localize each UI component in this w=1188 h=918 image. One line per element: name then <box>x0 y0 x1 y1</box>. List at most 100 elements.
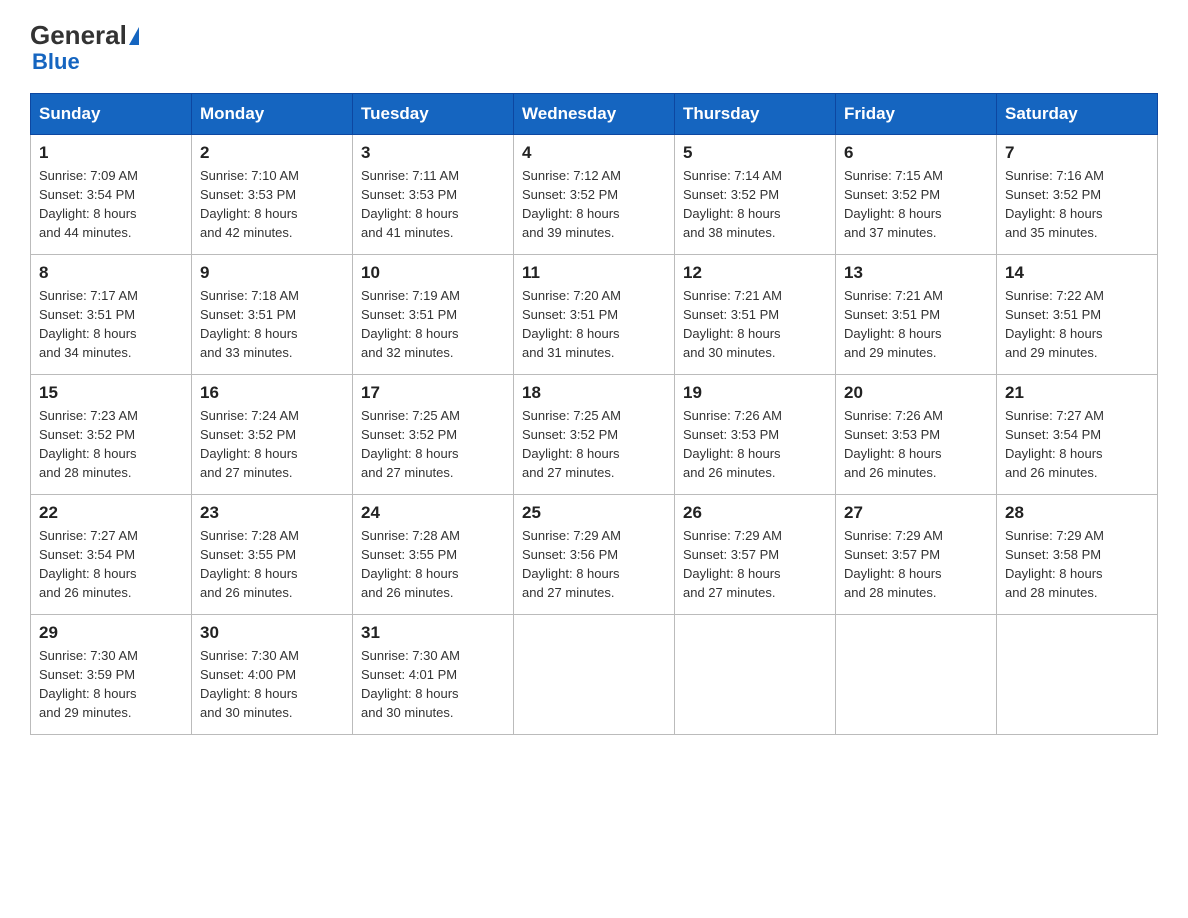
calendar-cell: 10 Sunrise: 7:19 AMSunset: 3:51 PMDaylig… <box>353 255 514 375</box>
col-header-sunday: Sunday <box>31 94 192 135</box>
week-row-4: 22 Sunrise: 7:27 AMSunset: 3:54 PMDaylig… <box>31 495 1158 615</box>
day-info: Sunrise: 7:30 AMSunset: 4:01 PMDaylight:… <box>361 648 460 720</box>
day-number: 6 <box>844 143 988 163</box>
calendar-cell: 1 Sunrise: 7:09 AMSunset: 3:54 PMDayligh… <box>31 135 192 255</box>
day-info: Sunrise: 7:30 AMSunset: 3:59 PMDaylight:… <box>39 648 138 720</box>
calendar-table: SundayMondayTuesdayWednesdayThursdayFrid… <box>30 93 1158 735</box>
logo-triangle-icon <box>129 27 139 45</box>
day-info: Sunrise: 7:11 AMSunset: 3:53 PMDaylight:… <box>361 168 459 240</box>
day-info: Sunrise: 7:19 AMSunset: 3:51 PMDaylight:… <box>361 288 460 360</box>
col-header-wednesday: Wednesday <box>514 94 675 135</box>
day-info: Sunrise: 7:10 AMSunset: 3:53 PMDaylight:… <box>200 168 299 240</box>
calendar-cell: 31 Sunrise: 7:30 AMSunset: 4:01 PMDaylig… <box>353 615 514 735</box>
col-header-friday: Friday <box>836 94 997 135</box>
calendar-cell: 22 Sunrise: 7:27 AMSunset: 3:54 PMDaylig… <box>31 495 192 615</box>
day-number: 20 <box>844 383 988 403</box>
day-info: Sunrise: 7:25 AMSunset: 3:52 PMDaylight:… <box>522 408 621 480</box>
day-number: 14 <box>1005 263 1149 283</box>
calendar-cell: 4 Sunrise: 7:12 AMSunset: 3:52 PMDayligh… <box>514 135 675 255</box>
calendar-cell: 9 Sunrise: 7:18 AMSunset: 3:51 PMDayligh… <box>192 255 353 375</box>
day-number: 5 <box>683 143 827 163</box>
day-number: 19 <box>683 383 827 403</box>
day-info: Sunrise: 7:09 AMSunset: 3:54 PMDaylight:… <box>39 168 138 240</box>
calendar-cell: 24 Sunrise: 7:28 AMSunset: 3:55 PMDaylig… <box>353 495 514 615</box>
day-number: 11 <box>522 263 666 283</box>
day-info: Sunrise: 7:12 AMSunset: 3:52 PMDaylight:… <box>522 168 621 240</box>
calendar-header-row: SundayMondayTuesdayWednesdayThursdayFrid… <box>31 94 1158 135</box>
logo-blue-label: Blue <box>32 49 80 75</box>
day-info: Sunrise: 7:29 AMSunset: 3:57 PMDaylight:… <box>683 528 782 600</box>
day-info: Sunrise: 7:27 AMSunset: 3:54 PMDaylight:… <box>39 528 138 600</box>
calendar-cell <box>675 615 836 735</box>
calendar-cell <box>836 615 997 735</box>
day-number: 4 <box>522 143 666 163</box>
day-number: 26 <box>683 503 827 523</box>
day-number: 10 <box>361 263 505 283</box>
day-info: Sunrise: 7:26 AMSunset: 3:53 PMDaylight:… <box>844 408 943 480</box>
day-number: 28 <box>1005 503 1149 523</box>
calendar-cell: 16 Sunrise: 7:24 AMSunset: 3:52 PMDaylig… <box>192 375 353 495</box>
calendar-cell: 12 Sunrise: 7:21 AMSunset: 3:51 PMDaylig… <box>675 255 836 375</box>
day-info: Sunrise: 7:21 AMSunset: 3:51 PMDaylight:… <box>844 288 943 360</box>
calendar-cell: 11 Sunrise: 7:20 AMSunset: 3:51 PMDaylig… <box>514 255 675 375</box>
page-header: General Blue <box>30 20 1158 75</box>
calendar-cell: 25 Sunrise: 7:29 AMSunset: 3:56 PMDaylig… <box>514 495 675 615</box>
calendar-cell: 3 Sunrise: 7:11 AMSunset: 3:53 PMDayligh… <box>353 135 514 255</box>
calendar-cell: 27 Sunrise: 7:29 AMSunset: 3:57 PMDaylig… <box>836 495 997 615</box>
calendar-cell: 21 Sunrise: 7:27 AMSunset: 3:54 PMDaylig… <box>997 375 1158 495</box>
day-info: Sunrise: 7:30 AMSunset: 4:00 PMDaylight:… <box>200 648 299 720</box>
calendar-cell: 23 Sunrise: 7:28 AMSunset: 3:55 PMDaylig… <box>192 495 353 615</box>
day-info: Sunrise: 7:24 AMSunset: 3:52 PMDaylight:… <box>200 408 299 480</box>
day-number: 30 <box>200 623 344 643</box>
day-info: Sunrise: 7:28 AMSunset: 3:55 PMDaylight:… <box>200 528 299 600</box>
week-row-1: 1 Sunrise: 7:09 AMSunset: 3:54 PMDayligh… <box>31 135 1158 255</box>
day-number: 1 <box>39 143 183 163</box>
day-info: Sunrise: 7:18 AMSunset: 3:51 PMDaylight:… <box>200 288 299 360</box>
calendar-cell: 2 Sunrise: 7:10 AMSunset: 3:53 PMDayligh… <box>192 135 353 255</box>
week-row-2: 8 Sunrise: 7:17 AMSunset: 3:51 PMDayligh… <box>31 255 1158 375</box>
calendar-cell: 26 Sunrise: 7:29 AMSunset: 3:57 PMDaylig… <box>675 495 836 615</box>
calendar-cell: 13 Sunrise: 7:21 AMSunset: 3:51 PMDaylig… <box>836 255 997 375</box>
day-number: 16 <box>200 383 344 403</box>
day-number: 21 <box>1005 383 1149 403</box>
calendar-cell: 29 Sunrise: 7:30 AMSunset: 3:59 PMDaylig… <box>31 615 192 735</box>
day-number: 2 <box>200 143 344 163</box>
day-info: Sunrise: 7:15 AMSunset: 3:52 PMDaylight:… <box>844 168 943 240</box>
col-header-thursday: Thursday <box>675 94 836 135</box>
calendar-cell <box>514 615 675 735</box>
day-info: Sunrise: 7:22 AMSunset: 3:51 PMDaylight:… <box>1005 288 1104 360</box>
calendar-cell: 18 Sunrise: 7:25 AMSunset: 3:52 PMDaylig… <box>514 375 675 495</box>
day-number: 18 <box>522 383 666 403</box>
logo-general: General <box>30 20 127 51</box>
day-number: 29 <box>39 623 183 643</box>
day-info: Sunrise: 7:20 AMSunset: 3:51 PMDaylight:… <box>522 288 621 360</box>
day-info: Sunrise: 7:29 AMSunset: 3:56 PMDaylight:… <box>522 528 621 600</box>
calendar-cell: 14 Sunrise: 7:22 AMSunset: 3:51 PMDaylig… <box>997 255 1158 375</box>
day-info: Sunrise: 7:28 AMSunset: 3:55 PMDaylight:… <box>361 528 460 600</box>
col-header-monday: Monday <box>192 94 353 135</box>
day-number: 12 <box>683 263 827 283</box>
calendar-cell: 28 Sunrise: 7:29 AMSunset: 3:58 PMDaylig… <box>997 495 1158 615</box>
day-info: Sunrise: 7:23 AMSunset: 3:52 PMDaylight:… <box>39 408 138 480</box>
day-number: 3 <box>361 143 505 163</box>
col-header-tuesday: Tuesday <box>353 94 514 135</box>
day-info: Sunrise: 7:25 AMSunset: 3:52 PMDaylight:… <box>361 408 460 480</box>
day-info: Sunrise: 7:26 AMSunset: 3:53 PMDaylight:… <box>683 408 782 480</box>
day-number: 15 <box>39 383 183 403</box>
calendar-cell: 17 Sunrise: 7:25 AMSunset: 3:52 PMDaylig… <box>353 375 514 495</box>
week-row-5: 29 Sunrise: 7:30 AMSunset: 3:59 PMDaylig… <box>31 615 1158 735</box>
calendar-cell: 6 Sunrise: 7:15 AMSunset: 3:52 PMDayligh… <box>836 135 997 255</box>
day-info: Sunrise: 7:14 AMSunset: 3:52 PMDaylight:… <box>683 168 782 240</box>
calendar-cell: 5 Sunrise: 7:14 AMSunset: 3:52 PMDayligh… <box>675 135 836 255</box>
day-info: Sunrise: 7:29 AMSunset: 3:58 PMDaylight:… <box>1005 528 1104 600</box>
calendar-cell: 20 Sunrise: 7:26 AMSunset: 3:53 PMDaylig… <box>836 375 997 495</box>
day-info: Sunrise: 7:29 AMSunset: 3:57 PMDaylight:… <box>844 528 943 600</box>
day-number: 27 <box>844 503 988 523</box>
day-info: Sunrise: 7:27 AMSunset: 3:54 PMDaylight:… <box>1005 408 1104 480</box>
day-number: 24 <box>361 503 505 523</box>
calendar-cell <box>997 615 1158 735</box>
day-number: 25 <box>522 503 666 523</box>
day-number: 23 <box>200 503 344 523</box>
calendar-cell: 15 Sunrise: 7:23 AMSunset: 3:52 PMDaylig… <box>31 375 192 495</box>
col-header-saturday: Saturday <box>997 94 1158 135</box>
